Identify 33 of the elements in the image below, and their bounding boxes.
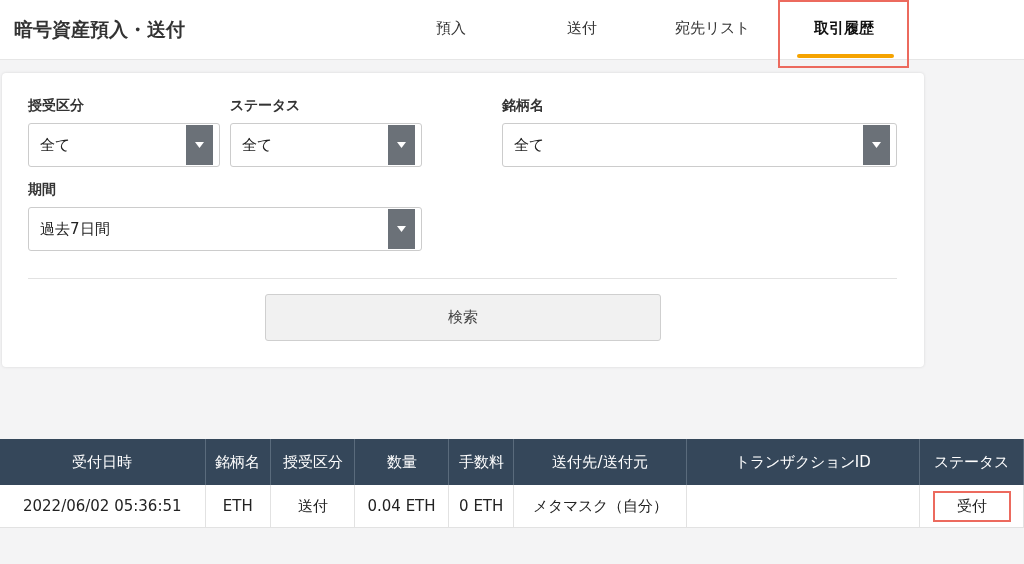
column-header: 銘柄名 xyxy=(205,439,271,485)
table-cell: 0.04 ETH xyxy=(367,497,436,515)
column-header: ステータス xyxy=(919,439,1024,485)
status-cell: 受付 xyxy=(932,490,1011,522)
column-header: 手数料 xyxy=(448,439,514,485)
tab[interactable]: 送付 xyxy=(516,0,647,68)
table-cell: 送付 xyxy=(297,496,328,515)
table-cell: 0 ETH xyxy=(459,497,504,515)
tab[interactable]: 取引履歴 xyxy=(778,0,909,68)
caret-down-icon xyxy=(397,226,406,232)
dropdown[interactable]: 全て xyxy=(502,123,897,167)
column-header: トランザクションID xyxy=(686,439,920,485)
caret-down-icon xyxy=(195,142,204,148)
table-cell: 2022/06/02 05:36:51 xyxy=(22,497,182,515)
column-header: 受付日時 xyxy=(0,439,205,485)
tab[interactable]: 宛先リスト xyxy=(647,0,778,68)
tab[interactable]: 預入 xyxy=(385,0,516,68)
table-cell: メタマスク（自分） xyxy=(532,496,668,515)
field-label: ステータス xyxy=(230,97,301,115)
search-button[interactable]: 検索 xyxy=(264,294,661,341)
caret-down-icon xyxy=(397,142,406,148)
table-cell: ETH xyxy=(222,497,253,515)
field-label: 授受区分 xyxy=(28,97,85,115)
field-label: 期間 xyxy=(28,181,57,199)
caret-down-icon xyxy=(872,142,881,148)
column-header: 送付先/送付元 xyxy=(514,439,686,485)
dropdown[interactable]: 過去7日間 xyxy=(28,207,422,251)
dropdown[interactable]: 全て xyxy=(230,123,422,167)
dropdown[interactable]: 全て xyxy=(28,123,220,167)
column-header: 授受区分 xyxy=(270,439,355,485)
column-header: 数量 xyxy=(354,439,449,485)
field-label: 銘柄名 xyxy=(502,97,545,115)
page-title: 暗号資産預入・送付 xyxy=(14,16,186,42)
